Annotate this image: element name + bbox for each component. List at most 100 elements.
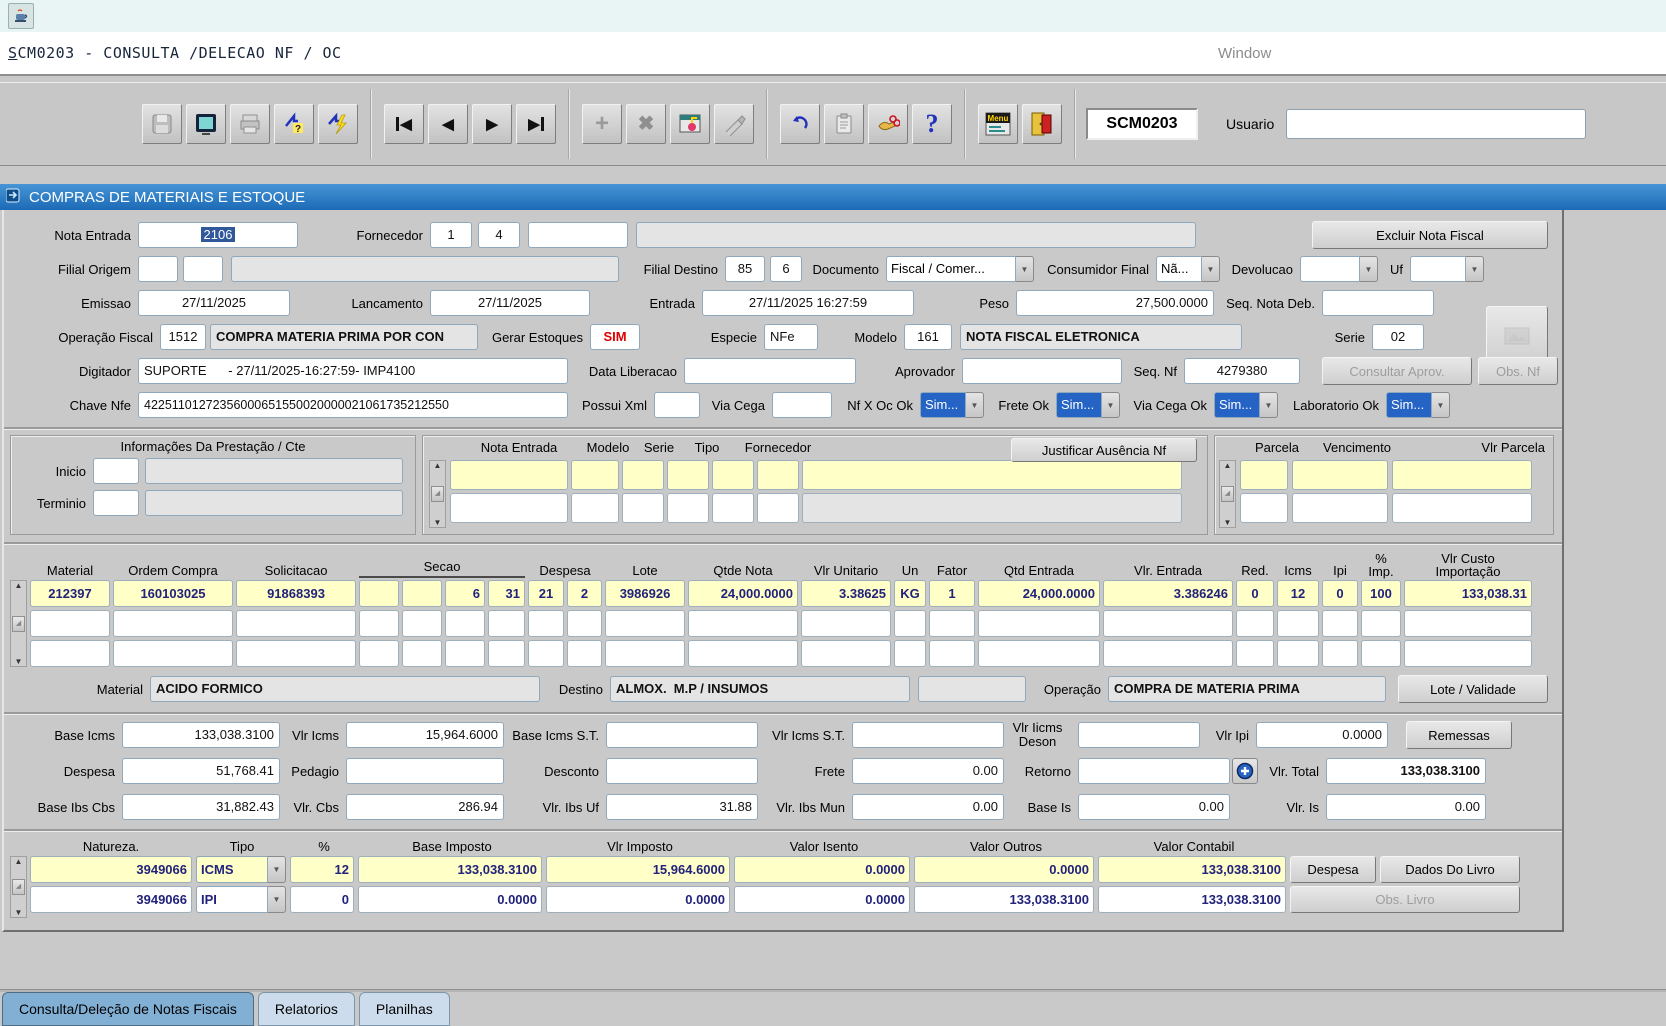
despesa-button[interactable]: Despesa — [1290, 856, 1376, 883]
scroll-thumb[interactable]: ◢ — [12, 879, 25, 895]
lote-cell[interactable] — [605, 610, 685, 637]
icms-cell[interactable]: 12 — [1277, 580, 1319, 607]
valor-outros-cell[interactable]: 133,038.3100 — [914, 886, 1094, 913]
previous-record-icon[interactable]: ◀ — [428, 104, 468, 144]
chevron-down-icon[interactable]: ▼ — [1360, 256, 1378, 282]
vencimento-cell[interactable] — [1292, 460, 1388, 490]
solicitacao-cell[interactable] — [236, 610, 356, 637]
chevron-down-icon[interactable]: ▼ — [268, 886, 286, 913]
vlr-parcela-cell[interactable] — [1392, 460, 1532, 490]
tab-relatorios[interactable]: Relatorios — [258, 992, 355, 1026]
scroll-thumb[interactable]: ◢ — [12, 616, 25, 632]
despesa-field[interactable]: 51,768.41 — [122, 758, 280, 784]
nf-grid-cell[interactable] — [667, 493, 709, 523]
secao4-cell[interactable] — [488, 640, 525, 667]
remessas-button[interactable]: Remessas — [1406, 721, 1512, 749]
vlr-icms-field[interactable]: 15,964.6000 — [346, 722, 504, 748]
base-icms-st-field[interactable] — [606, 722, 758, 748]
qtd-entrada-cell[interactable] — [978, 610, 1100, 637]
pct-imp-cell[interactable] — [1361, 610, 1401, 637]
qtde-nota-cell[interactable] — [688, 640, 798, 667]
secao4-cell[interactable]: 31 — [488, 580, 525, 607]
qtd-entrada-cell[interactable] — [978, 640, 1100, 667]
emissao-field[interactable]: 27/11/2025 — [138, 290, 290, 316]
valor-contabil-cell[interactable]: 133,038.3100 — [1098, 856, 1286, 883]
vlr-imposto-cell[interactable]: 0.0000 — [546, 886, 730, 913]
items-scrollbar[interactable]: ▲◢▼ — [10, 580, 27, 667]
nf-grid-cell[interactable] — [450, 493, 568, 523]
fornecedor-code1-field[interactable]: 1 — [430, 222, 472, 248]
nf-grid-scrollbar[interactable]: ▲◢▼ — [429, 460, 446, 528]
vlr-custo-cell[interactable] — [1404, 610, 1532, 637]
valor-outros-cell[interactable]: 0.0000 — [914, 856, 1094, 883]
menu-icon[interactable]: Menu — [978, 104, 1018, 144]
vlr-unitario-cell[interactable]: 3.38625 — [801, 580, 891, 607]
program-code-field[interactable]: SCM0203 — [1086, 108, 1198, 140]
lote-validade-button[interactable]: Lote / Validade — [1398, 675, 1548, 703]
serie-field[interactable]: 02 — [1372, 324, 1424, 350]
scroll-thumb[interactable]: ◢ — [431, 486, 444, 502]
tipo-dropdown[interactable]: ICMS ▼ — [196, 856, 286, 883]
secao3-cell[interactable] — [445, 640, 485, 667]
digitador-field[interactable]: SUPORTE - 27/11/2025-16:27:59- IMP4100 — [138, 358, 568, 384]
red-cell[interactable]: 0 — [1236, 580, 1274, 607]
help-icon[interactable]: ? — [912, 104, 952, 144]
vlr-imposto-cell[interactable]: 15,964.6000 — [546, 856, 730, 883]
secao3-cell[interactable] — [445, 610, 485, 637]
vlr-unitario-cell[interactable] — [801, 640, 891, 667]
tab-consulta-delecao[interactable]: Consulta/Deleção de Notas Fiscais — [2, 992, 254, 1026]
pct-cell[interactable]: 12 — [290, 856, 354, 883]
ipi-cell[interactable] — [1322, 610, 1358, 637]
vlr-cbs-field[interactable]: 286.94 — [346, 794, 504, 820]
nf-grid-cell[interactable] — [571, 493, 619, 523]
clear-item-icon[interactable] — [714, 104, 754, 144]
excluir-nota-fiscal-button[interactable]: Excluir Nota Fiscal — [1312, 221, 1548, 249]
uf-dropdown[interactable]: ▼ — [1410, 256, 1484, 282]
query-form-icon[interactable] — [670, 104, 710, 144]
vlr-parcela-cell[interactable] — [1392, 493, 1532, 523]
natureza-scrollbar[interactable]: ▲◢▼ — [10, 856, 27, 918]
base-imposto-cell[interactable]: 0.0000 — [358, 886, 542, 913]
natureza-cell[interactable]: 3949066 — [30, 856, 192, 883]
natureza-cell[interactable]: 3949066 — [30, 886, 192, 913]
documento-dropdown[interactable]: Fiscal / Comer... ▼ — [886, 256, 1034, 282]
vlr-ibs-mun-field[interactable]: 0.00 — [852, 794, 1004, 820]
fornecedor-code3-field[interactable] — [528, 222, 628, 248]
qtd-entrada-cell[interactable]: 24,000.0000 — [978, 580, 1100, 607]
nf-grid-cell[interactable] — [667, 460, 709, 490]
parcela-cell[interactable] — [1240, 493, 1288, 523]
chevron-down-icon[interactable]: ▼ — [1260, 392, 1278, 418]
consumidor-final-dropdown[interactable]: Nã... ▼ — [1156, 256, 1220, 282]
scroll-up-icon[interactable]: ▲ — [434, 461, 442, 470]
ipi-cell[interactable]: 0 — [1322, 580, 1358, 607]
vlr-unitario-cell[interactable] — [801, 610, 891, 637]
secao3-cell[interactable]: 6 — [445, 580, 485, 607]
solicitacao-cell[interactable]: 91868393 — [236, 580, 356, 607]
scroll-thumb[interactable]: ◢ — [1221, 486, 1234, 502]
fornecedor-name-field[interactable] — [636, 222, 1196, 248]
nf-grid-cell[interactable] — [757, 460, 799, 490]
chevron-down-icon[interactable]: ▼ — [268, 856, 286, 883]
inicio-code-field[interactable] — [93, 458, 139, 484]
insert-record-icon[interactable]: + — [582, 104, 622, 144]
despesa1-cell[interactable] — [528, 610, 564, 637]
tipo-dropdown[interactable]: IPI ▼ — [196, 886, 286, 913]
filial-destino-2-field[interactable]: 6 — [770, 256, 802, 282]
un-cell[interactable] — [894, 610, 926, 637]
justificar-ausencia-nf-button[interactable]: Justificar Ausência Nf — [1011, 438, 1197, 462]
menu-window[interactable]: Window — [1218, 45, 1271, 62]
nf-grid-cell[interactable] — [450, 460, 568, 490]
base-imposto-cell[interactable]: 133,038.3100 — [358, 856, 542, 883]
via-cega-field[interactable] — [772, 392, 832, 418]
scroll-down-icon[interactable]: ▼ — [1224, 518, 1232, 527]
exit-icon[interactable] — [1022, 104, 1062, 144]
material-cell[interactable]: 212397 — [30, 580, 110, 607]
vlr-custo-cell[interactable] — [1404, 640, 1532, 667]
filial-origem-name-field[interactable] — [231, 256, 619, 282]
gerar-estoques-field[interactable]: SIM — [590, 324, 640, 350]
vlr-icms-st-field[interactable] — [852, 722, 1004, 748]
query-help-icon[interactable]: ? — [274, 104, 314, 144]
chevron-down-icon[interactable]: ▼ — [1466, 256, 1484, 282]
data-liberacao-field[interactable] — [684, 358, 856, 384]
qtde-nota-cell[interactable] — [688, 610, 798, 637]
